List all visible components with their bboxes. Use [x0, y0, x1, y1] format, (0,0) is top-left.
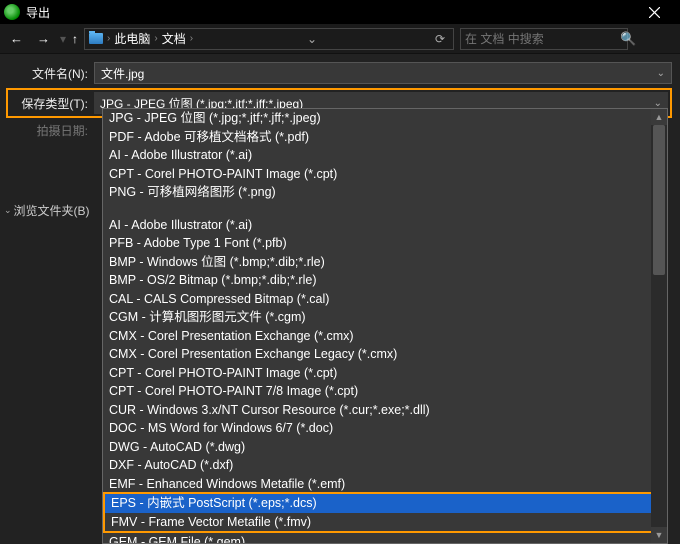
filetype-option[interactable]: DXF - AutoCAD (*.dxf): [103, 456, 667, 475]
dropdown-chevron-icon[interactable]: ⌄: [303, 32, 321, 46]
crumb-this-pc[interactable]: 此电脑: [112, 30, 152, 47]
scroll-thumb[interactable]: [653, 125, 665, 275]
filename-field[interactable]: 文件.jpg ⌄: [94, 62, 672, 84]
filetype-option-highlight: EPS - 内嵌式 PostScript (*.eps;*.dcs)FMV - …: [103, 492, 667, 533]
app-icon: [4, 4, 20, 20]
scroll-up-icon[interactable]: ▲: [651, 109, 667, 125]
scrollbar[interactable]: ▲▼: [651, 109, 667, 543]
close-icon[interactable]: [632, 0, 676, 24]
back-icon[interactable]: ←: [6, 31, 27, 46]
chevron-down-icon: ⌄: [4, 205, 12, 216]
recent-dropdown-icon[interactable]: ▾: [60, 32, 66, 46]
nav-toolbar: ← → ▾ ↑ › 此电脑 › 文档 › ⌄ ⟳ 🔍: [0, 24, 680, 54]
browse-folders-toggle[interactable]: ⌄ 浏览文件夹(B): [4, 202, 96, 219]
filetype-option[interactable]: CMX - Corel Presentation Exchange (*.cmx…: [103, 327, 667, 346]
up-icon[interactable]: ↑: [72, 32, 78, 46]
filetype-option[interactable]: DOC - MS Word for Windows 6/7 (*.doc): [103, 419, 667, 438]
filetype-option[interactable]: BMP - Windows 位图 (*.bmp;*.dib;*.rle): [103, 253, 667, 272]
filetype-dropdown[interactable]: JPG - JPEG 位图 (*.jpg;*.jtf;*.jff;*.jpeg)…: [102, 108, 668, 544]
filetype-label: 保存类型(T):: [10, 95, 94, 112]
chevron-right-icon[interactable]: ›: [190, 33, 193, 44]
search-box[interactable]: 🔍: [460, 28, 628, 50]
filetype-option[interactable]: EPS - 内嵌式 PostScript (*.eps;*.dcs): [105, 494, 665, 513]
search-input[interactable]: [465, 32, 620, 46]
browse-folders-label: 浏览文件夹(B): [14, 202, 90, 219]
filetype-option[interactable]: CGM - 计算机图形图元文件 (*.cgm): [103, 308, 667, 327]
filetype-option[interactable]: EMF - Enhanced Windows Metafile (*.emf): [103, 475, 667, 494]
breadcrumb[interactable]: › 此电脑 › 文档 › ⌄ ⟳: [84, 28, 454, 50]
filetype-option[interactable]: [103, 202, 667, 216]
filetype-option[interactable]: CAL - CALS Compressed Bitmap (*.cal): [103, 290, 667, 309]
filetype-option[interactable]: CUR - Windows 3.x/NT Cursor Resource (*.…: [103, 401, 667, 420]
filetype-option[interactable]: PFB - Adobe Type 1 Font (*.pfb): [103, 234, 667, 253]
filetype-option[interactable]: DWG - AutoCAD (*.dwg): [103, 438, 667, 457]
filetype-option[interactable]: PDF - Adobe 可移植文档格式 (*.pdf): [103, 128, 667, 147]
filetype-option[interactable]: CMX - Corel Presentation Exchange Legacy…: [103, 345, 667, 364]
chevron-down-icon[interactable]: ⌄: [654, 98, 662, 109]
filetype-option[interactable]: AI - Adobe Illustrator (*.ai): [103, 146, 667, 165]
filetype-option[interactable]: FMV - Frame Vector Metafile (*.fmv): [105, 513, 665, 532]
sidebar: ⌄ 浏览文件夹(B): [0, 142, 100, 544]
chevron-right-icon[interactable]: ›: [154, 33, 157, 44]
chevron-down-icon[interactable]: ⌄: [657, 68, 665, 79]
filetype-option[interactable]: JPG - JPEG 位图 (*.jpg;*.jtf;*.jff;*.jpeg): [103, 109, 667, 128]
filetype-option[interactable]: AI - Adobe Illustrator (*.ai): [103, 216, 667, 235]
search-icon[interactable]: 🔍: [620, 31, 636, 47]
title-bar: 导出: [0, 0, 680, 24]
filename-label: 文件名(N):: [8, 65, 94, 82]
filetype-option[interactable]: GEM - GEM File (*.gem): [103, 533, 667, 544]
crumb-documents[interactable]: 文档: [160, 30, 188, 47]
window-title: 导出: [26, 4, 632, 21]
chevron-right-icon[interactable]: ›: [107, 33, 110, 44]
scroll-track[interactable]: [651, 125, 667, 527]
filetype-option[interactable]: CPT - Corel PHOTO-PAINT Image (*.cpt): [103, 364, 667, 383]
filetype-option[interactable]: BMP - OS/2 Bitmap (*.bmp;*.dib;*.rle): [103, 271, 667, 290]
refresh-icon[interactable]: ⟳: [431, 32, 449, 46]
filetype-option[interactable]: PNG - 可移植网络图形 (*.png): [103, 183, 667, 202]
scroll-down-icon[interactable]: ▼: [651, 527, 667, 543]
filetype-option[interactable]: CPT - Corel PHOTO-PAINT 7/8 Image (*.cpt…: [103, 382, 667, 401]
folder-icon: [89, 33, 103, 44]
filename-value: 文件.jpg: [101, 65, 144, 82]
filetype-option[interactable]: CPT - Corel PHOTO-PAINT Image (*.cpt): [103, 165, 667, 184]
forward-icon[interactable]: →: [33, 31, 54, 46]
shotdate-label: 拍摄日期:: [8, 122, 94, 139]
